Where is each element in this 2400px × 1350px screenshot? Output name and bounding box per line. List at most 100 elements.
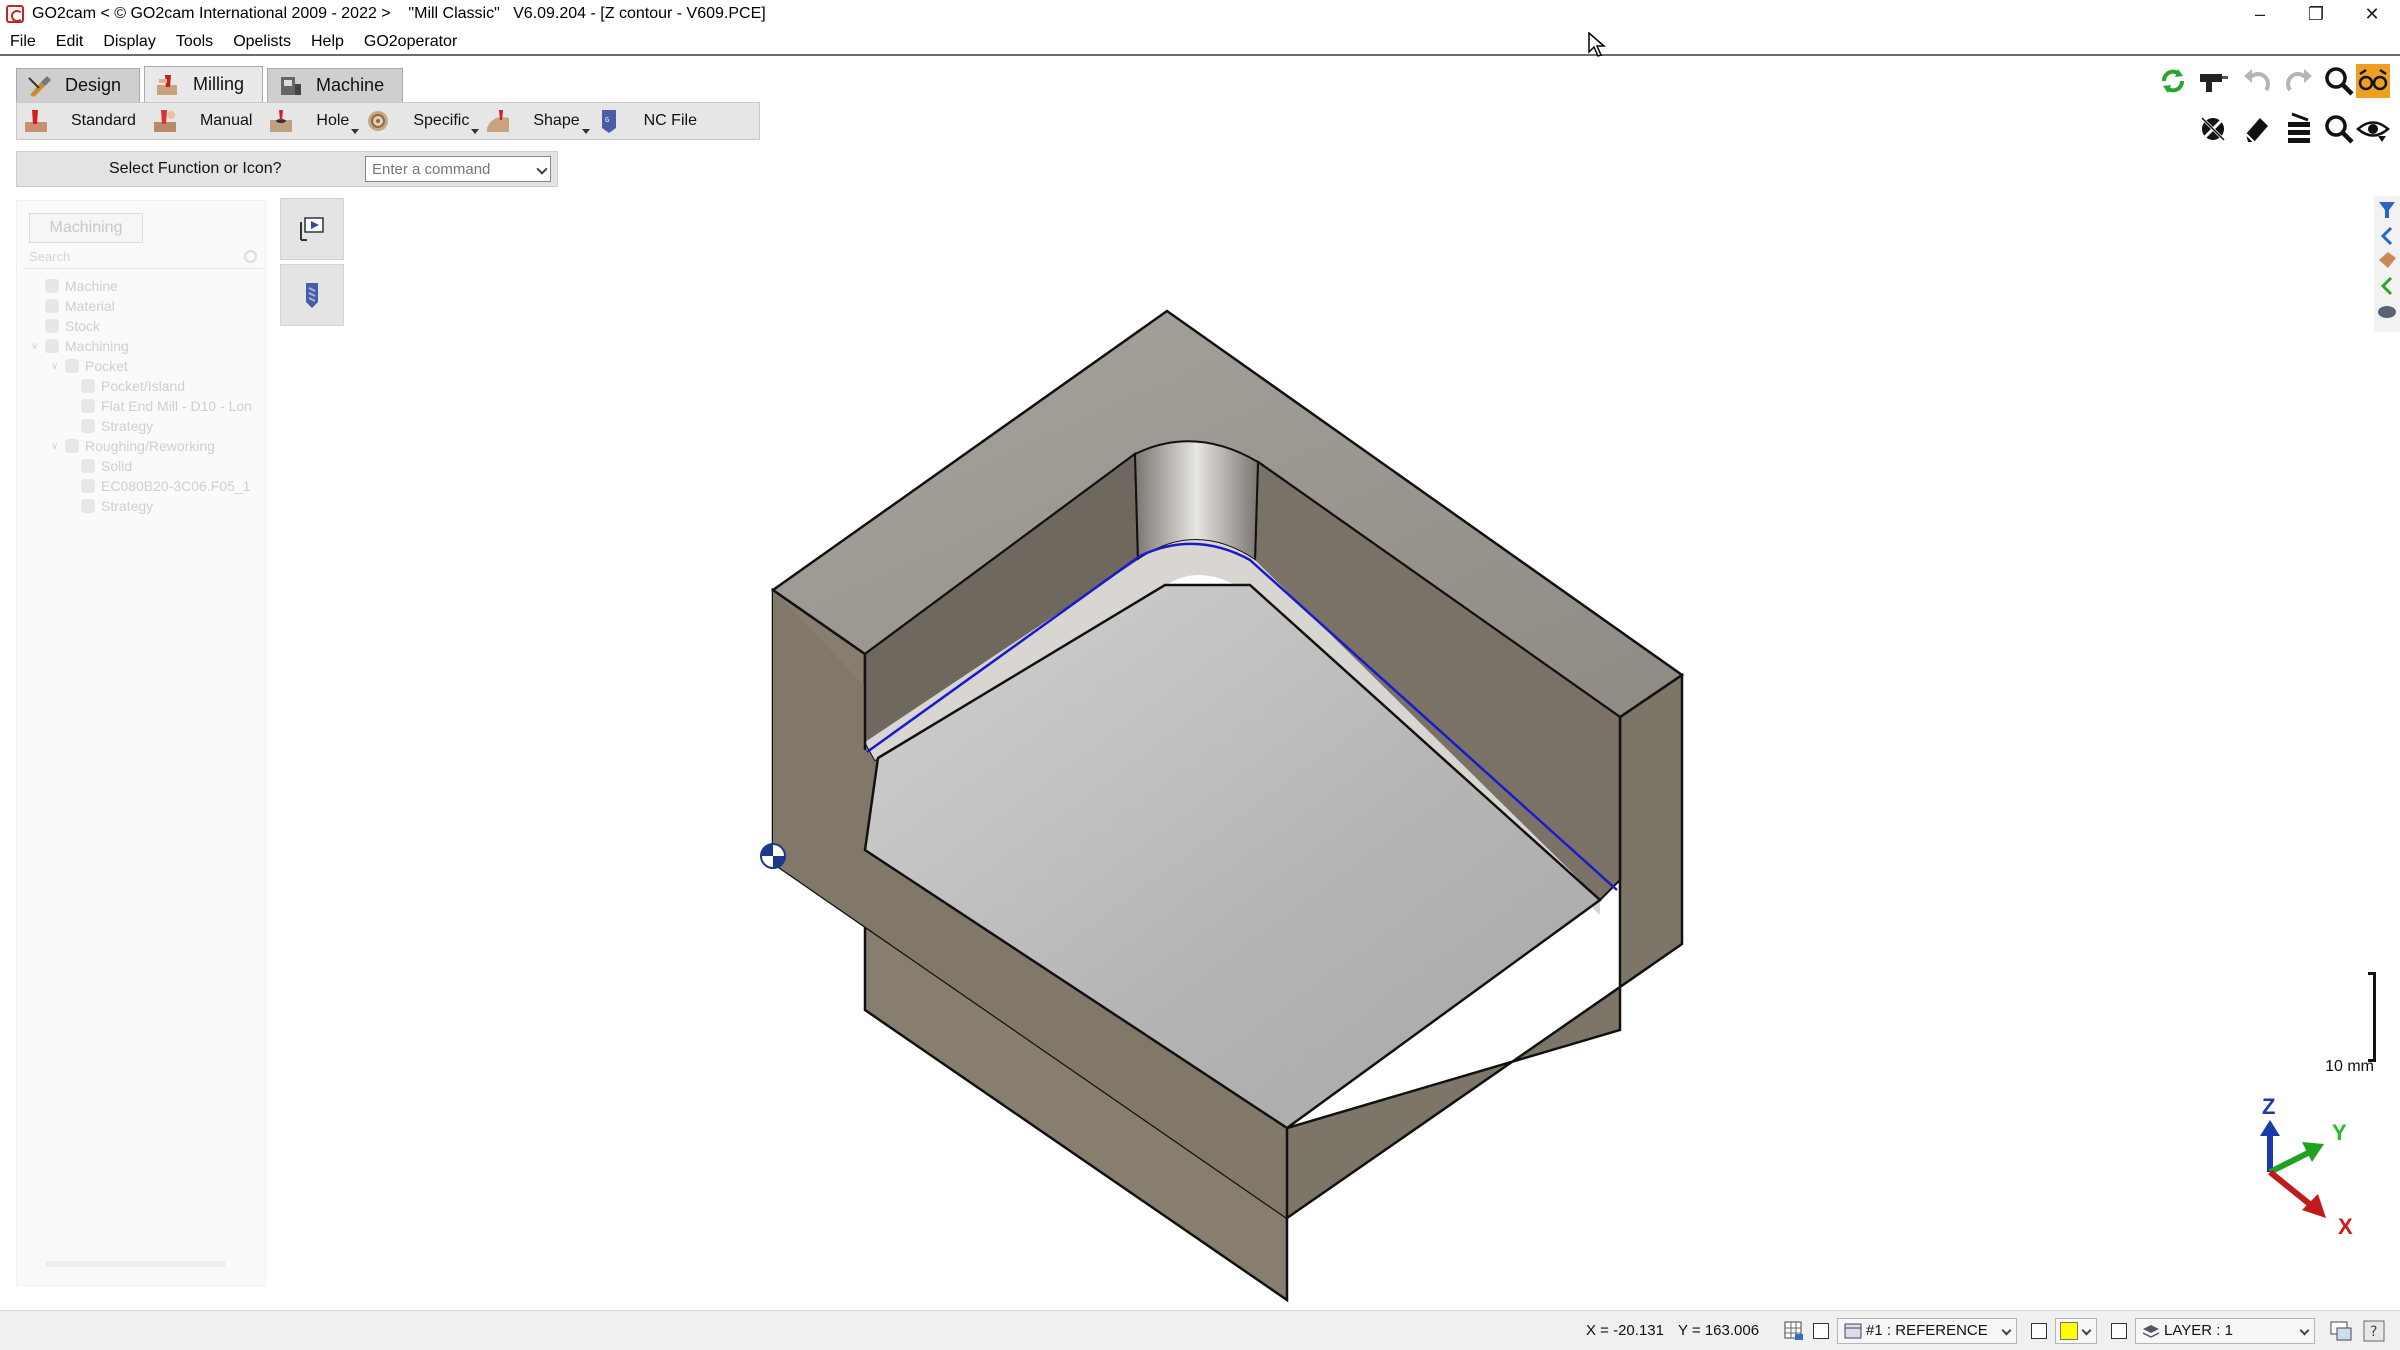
ribbon-toolbar: Standard Manual Hole Specific Shape G NC…: [16, 102, 760, 140]
tree-item-label: Stock: [65, 318, 101, 334]
manual-button[interactable]: Manual: [146, 104, 262, 138]
chevron-down-icon: [2299, 1325, 2310, 1335]
menu-help[interactable]: Help: [301, 33, 354, 51]
tab-milling[interactable]: Milling: [144, 66, 264, 102]
expand-chevron-icon[interactable]: ∨: [31, 341, 41, 352]
tree-horizontal-scrollbar[interactable]: [29, 1259, 259, 1269]
minimize-icon[interactable]: –: [2232, 0, 2288, 28]
tree-item[interactable]: Solid: [81, 458, 132, 474]
network-icon[interactable]: [2329, 1320, 2353, 1342]
svg-text:?: ?: [2370, 1324, 2377, 1340]
reference-icon: [1844, 1323, 1862, 1338]
eraser-icon[interactable]: [2240, 112, 2274, 146]
tree-item[interactable]: ∨ Machining: [31, 338, 129, 354]
tree-item-label: Machine: [65, 278, 118, 294]
tool-node-icon: [81, 479, 95, 493]
layer-toggle-checkbox[interactable]: [2111, 1322, 2128, 1339]
tree-item-label: Strategy: [101, 418, 154, 434]
go2cam-logo-icon: [6, 5, 24, 23]
collapse-left-icon-2[interactable]: [2380, 276, 2393, 296]
expand-chevron-icon[interactable]: ∨: [51, 441, 61, 452]
stock-icon[interactable]: [2378, 306, 2396, 318]
tree-item[interactable]: Strategy: [81, 418, 153, 434]
tree-item-label: Flat End Mill - D10 - Lon: [101, 398, 252, 414]
scale-label: 10 mm: [2325, 1058, 2374, 1075]
tree-item[interactable]: Material: [31, 298, 115, 314]
machining-node-icon: [45, 339, 59, 353]
scrollbar-thumb[interactable]: [45, 1261, 225, 1267]
help-icon[interactable]: ?: [2363, 1320, 2385, 1342]
shape-button[interactable]: Shape: [479, 104, 590, 138]
collapse-left-icon[interactable]: [2380, 226, 2393, 246]
color-toggle-checkbox[interactable]: [2031, 1322, 2048, 1339]
tool-button[interactable]: [280, 264, 344, 326]
menu-display[interactable]: Display: [93, 33, 165, 51]
nc-file-button[interactable]: G NC File: [590, 104, 707, 138]
specific-label: Specific: [413, 112, 470, 129]
tree-item[interactable]: Flat End Mill - D10 - Lon: [81, 398, 252, 414]
hole-button[interactable]: Hole: [262, 104, 360, 138]
tree-item-label: EC080B20-3C06.F05_1: [101, 478, 251, 494]
zoom-window-icon[interactable]: [2322, 112, 2356, 146]
tab-machining[interactable]: Machining: [29, 213, 143, 243]
color-select[interactable]: [2055, 1317, 2098, 1344]
command-dropdown-icon[interactable]: [536, 163, 548, 175]
display-toggle-checkbox[interactable]: [1813, 1322, 1830, 1339]
tab-design[interactable]: Design: [16, 68, 141, 102]
design-icon: [28, 75, 51, 97]
menu-file[interactable]: File: [0, 33, 46, 51]
tree-search-input[interactable]: Search: [23, 245, 263, 269]
shape-menu-caret-icon[interactable]: [581, 129, 590, 134]
close-icon[interactable]: ✕: [2344, 0, 2400, 28]
y-axis-label: Y: [2332, 1120, 2347, 1145]
tree-item[interactable]: Pocket/Island: [81, 378, 185, 394]
specific-menu-caret-icon[interactable]: [471, 129, 480, 134]
tab-machine[interactable]: Machine: [267, 68, 404, 102]
material-node-icon: [45, 299, 59, 313]
menu-go2operator[interactable]: GO2operator: [354, 33, 467, 51]
restore-icon[interactable]: ❐: [2288, 0, 2344, 28]
hole-menu-caret-icon[interactable]: [351, 129, 360, 134]
command-placeholder: Enter a command: [372, 160, 491, 178]
menu-tools[interactable]: Tools: [166, 33, 223, 51]
tree-item[interactable]: Machine: [31, 278, 118, 294]
reference-select[interactable]: #1 : REFERENCE: [1837, 1317, 2018, 1344]
mouse-cursor-icon: [1588, 32, 1606, 57]
refresh-icon[interactable]: [2156, 64, 2190, 98]
drill-gun-icon[interactable]: [2196, 64, 2230, 98]
hide-icon[interactable]: [2196, 112, 2230, 146]
redo-icon[interactable]: [2282, 64, 2316, 98]
layer-select[interactable]: LAYER : 1: [2135, 1317, 2316, 1344]
svg-text:G: G: [605, 116, 609, 124]
simulation-button[interactable]: [280, 198, 344, 260]
manual-milling-icon: [153, 110, 176, 132]
expand-chevron-icon[interactable]: ∨: [51, 361, 61, 372]
tree-item[interactable]: ∨ Roughing/Reworking: [51, 438, 215, 454]
color-swatch: [2060, 1321, 2079, 1340]
chevron-down-icon: [2081, 1325, 2092, 1335]
layer-icon: [2142, 1324, 2160, 1338]
zoom-icon[interactable]: [2322, 64, 2356, 98]
stock-node-icon: [45, 319, 59, 333]
standard-button[interactable]: Standard: [17, 104, 146, 138]
axis-triad[interactable]: Z Y X: [2240, 1094, 2360, 1244]
tree-item[interactable]: Stock: [31, 318, 100, 334]
glasses-icon[interactable]: [2356, 64, 2390, 98]
filter-icon[interactable]: [2379, 202, 2395, 218]
part-model[interactable]: [0, 60, 2400, 1310]
layers-icon[interactable]: [2282, 112, 2316, 146]
tree-item-label: Roughing/Reworking: [85, 438, 215, 454]
tree-item[interactable]: Strategy: [81, 498, 153, 514]
command-input[interactable]: Enter a command: [365, 156, 551, 182]
menu-edit[interactable]: Edit: [46, 33, 94, 51]
3d-viewport[interactable]: [0, 60, 2400, 1310]
undo-icon[interactable]: [2240, 64, 2274, 98]
grid-icon[interactable]: [1783, 1320, 1805, 1342]
machine-part-icon[interactable]: [2379, 252, 2396, 268]
tab-design-label: Design: [65, 75, 122, 95]
tree-item[interactable]: EC080B20-3C06.F05_1: [81, 478, 250, 494]
visibility-icon[interactable]: [2356, 112, 2390, 146]
menu-opelists[interactable]: Opelists: [223, 33, 301, 51]
specific-button[interactable]: Specific: [359, 104, 480, 138]
tree-item[interactable]: ∨ Pocket: [51, 358, 128, 374]
